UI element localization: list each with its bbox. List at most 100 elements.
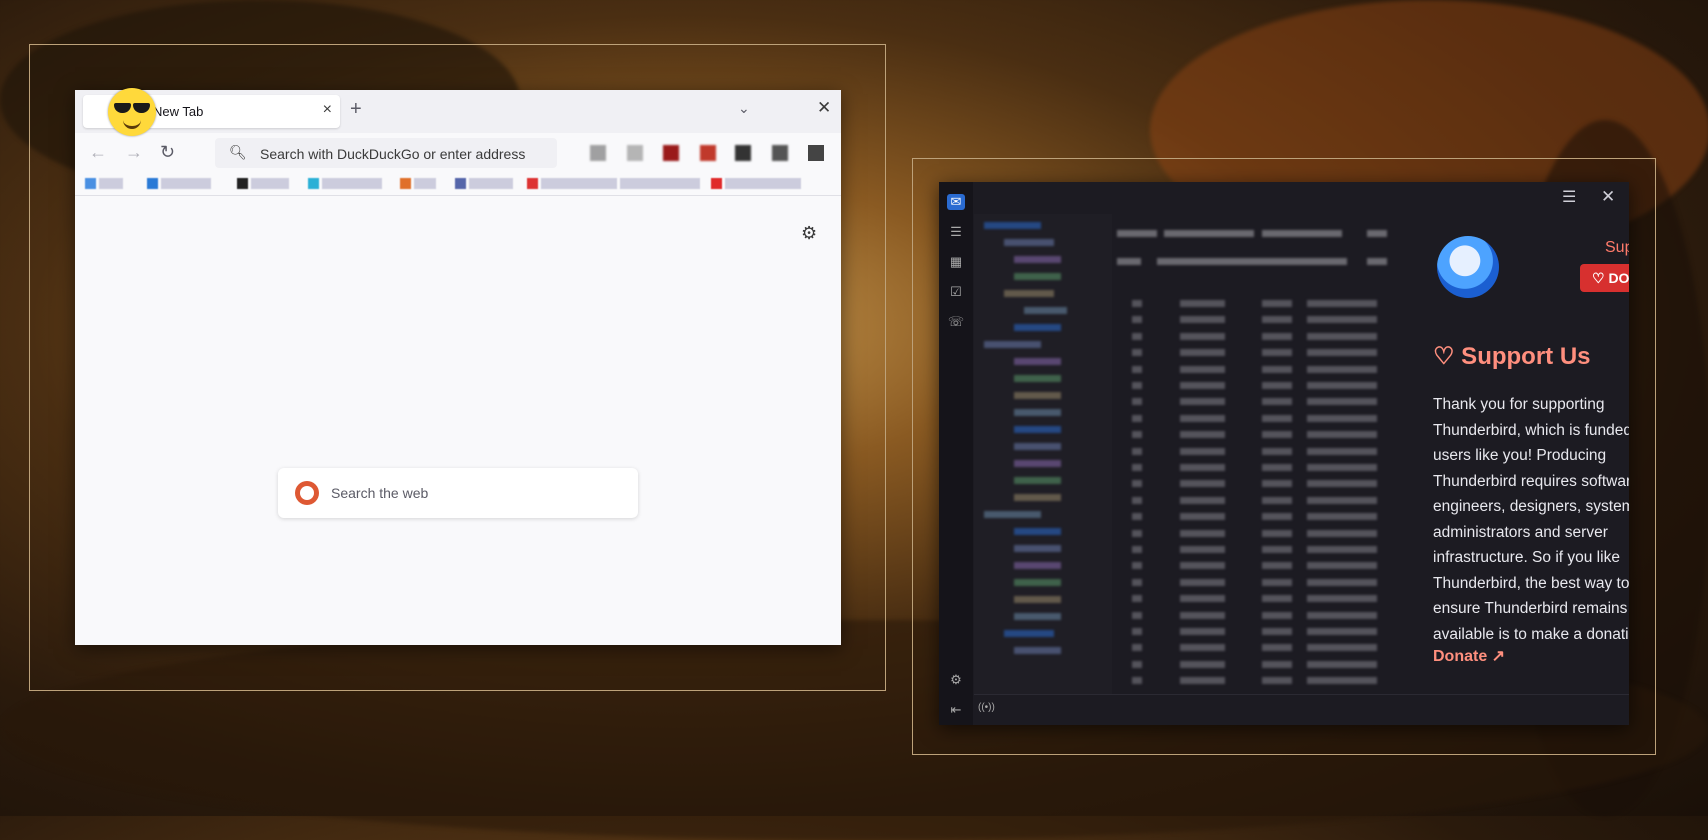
message-cell[interactable] (1132, 677, 1142, 685)
message-cell[interactable] (1180, 464, 1225, 471)
message-cell[interactable] (1180, 332, 1225, 340)
new-tab-icon[interactable]: + (350, 98, 362, 121)
message-cell[interactable] (1262, 382, 1292, 389)
bookmark-item[interactable] (147, 177, 211, 189)
message-cell[interactable] (1307, 382, 1377, 389)
folder-row[interactable] (1014, 409, 1061, 416)
donate-link[interactable]: Donate ↗ (1433, 646, 1505, 666)
status-icon[interactable]: ((•)) (978, 702, 995, 713)
message-cell[interactable] (1132, 447, 1142, 455)
message-cell[interactable] (1307, 628, 1377, 635)
message-cell[interactable] (1132, 611, 1142, 619)
extension-icon[interactable] (663, 145, 679, 161)
calendar-icon[interactable]: ▦ (947, 254, 965, 270)
message-cell[interactable] (1307, 431, 1377, 439)
settings-icon[interactable]: ⚙ (801, 223, 817, 244)
message-cell[interactable] (1262, 611, 1292, 619)
message-cell[interactable] (1180, 431, 1225, 439)
message-cell[interactable] (1132, 578, 1142, 586)
folder-row[interactable] (1014, 392, 1061, 399)
address-book-icon[interactable]: ☰ (947, 224, 965, 240)
message-cell[interactable] (1180, 562, 1225, 570)
window-close-icon[interactable]: ✕ (1601, 187, 1615, 207)
message-cell[interactable] (1262, 595, 1292, 603)
message-cell[interactable] (1262, 628, 1292, 635)
message-cell[interactable] (1307, 349, 1377, 357)
folder-row[interactable] (1014, 375, 1061, 382)
collapse-icon[interactable]: ⇤ (947, 702, 965, 718)
folder-row[interactable] (1014, 613, 1061, 620)
message-cell[interactable] (1262, 677, 1292, 685)
list-all-tabs-icon[interactable]: ⌄ (738, 100, 750, 117)
folder-row[interactable] (1014, 443, 1061, 450)
folder-row[interactable] (1014, 528, 1061, 535)
bookmark-item[interactable] (455, 177, 513, 189)
message-cell[interactable] (1180, 447, 1225, 455)
folder-row[interactable] (1004, 290, 1054, 297)
message-cell[interactable] (1307, 300, 1377, 307)
message-cell[interactable] (1180, 398, 1225, 406)
message-cell[interactable] (1132, 300, 1142, 307)
folder-row[interactable] (1014, 596, 1061, 603)
extension-icon[interactable] (808, 145, 824, 161)
message-cell[interactable] (1307, 562, 1377, 570)
folder-row[interactable] (1014, 426, 1061, 433)
message-cell[interactable] (1307, 513, 1377, 521)
message-cell[interactable] (1307, 496, 1377, 504)
message-cell[interactable] (1307, 660, 1377, 668)
message-cell[interactable] (1180, 660, 1225, 668)
folder-row[interactable] (984, 222, 1041, 229)
mail-icon[interactable]: ✉ (947, 194, 965, 210)
message-cell[interactable] (1132, 332, 1142, 340)
message-cell[interactable] (1180, 496, 1225, 504)
bookmark-item[interactable] (308, 177, 382, 189)
message-cell[interactable] (1180, 513, 1225, 521)
message-cell[interactable] (1132, 431, 1142, 439)
extension-icon[interactable] (700, 145, 716, 161)
message-toolbar-item[interactable] (1117, 230, 1157, 237)
folder-row[interactable] (1004, 239, 1054, 246)
folder-row[interactable] (1014, 324, 1061, 331)
message-cell[interactable] (1262, 480, 1292, 488)
bookmark-item[interactable] (400, 177, 436, 189)
message-cell[interactable] (1132, 382, 1142, 389)
message-cell[interactable] (1180, 300, 1225, 307)
message-cell[interactable] (1180, 316, 1225, 324)
message-cell[interactable] (1307, 447, 1377, 455)
message-cell[interactable] (1132, 414, 1142, 422)
message-toolbar-item[interactable] (1164, 230, 1254, 237)
message-cell[interactable] (1180, 546, 1225, 553)
message-cell[interactable] (1262, 578, 1292, 586)
message-toolbar-item[interactable] (1157, 258, 1347, 265)
message-cell[interactable] (1307, 414, 1377, 422)
message-cell[interactable] (1180, 578, 1225, 586)
message-cell[interactable] (1262, 660, 1292, 668)
folder-row[interactable] (984, 511, 1041, 518)
message-cell[interactable] (1180, 480, 1225, 488)
bookmark-item[interactable] (85, 177, 123, 189)
message-cell[interactable] (1180, 414, 1225, 422)
message-cell[interactable] (1180, 677, 1225, 685)
message-cell[interactable] (1132, 464, 1142, 471)
message-toolbar-item[interactable] (1367, 258, 1387, 265)
web-search-box[interactable]: Search the web (278, 468, 638, 518)
message-cell[interactable] (1262, 447, 1292, 455)
bookmark-item[interactable] (237, 177, 289, 189)
folder-row[interactable] (1014, 562, 1061, 569)
message-cell[interactable] (1132, 398, 1142, 406)
message-cell[interactable] (1132, 644, 1142, 652)
message-cell[interactable] (1132, 496, 1142, 504)
close-tab-icon[interactable]: × (323, 101, 332, 119)
message-cell[interactable] (1132, 480, 1142, 488)
folder-row[interactable] (1004, 630, 1054, 637)
folder-row[interactable] (1014, 545, 1061, 552)
message-cell[interactable] (1307, 611, 1377, 619)
extension-icon[interactable] (590, 145, 606, 161)
message-cell[interactable] (1180, 529, 1225, 537)
message-cell[interactable] (1132, 546, 1142, 553)
message-cell[interactable] (1180, 644, 1225, 652)
bookmark-item[interactable] (620, 177, 700, 189)
message-cell[interactable] (1307, 332, 1377, 340)
reload-icon[interactable]: ↻ (160, 142, 175, 163)
folder-row[interactable] (1014, 579, 1061, 586)
